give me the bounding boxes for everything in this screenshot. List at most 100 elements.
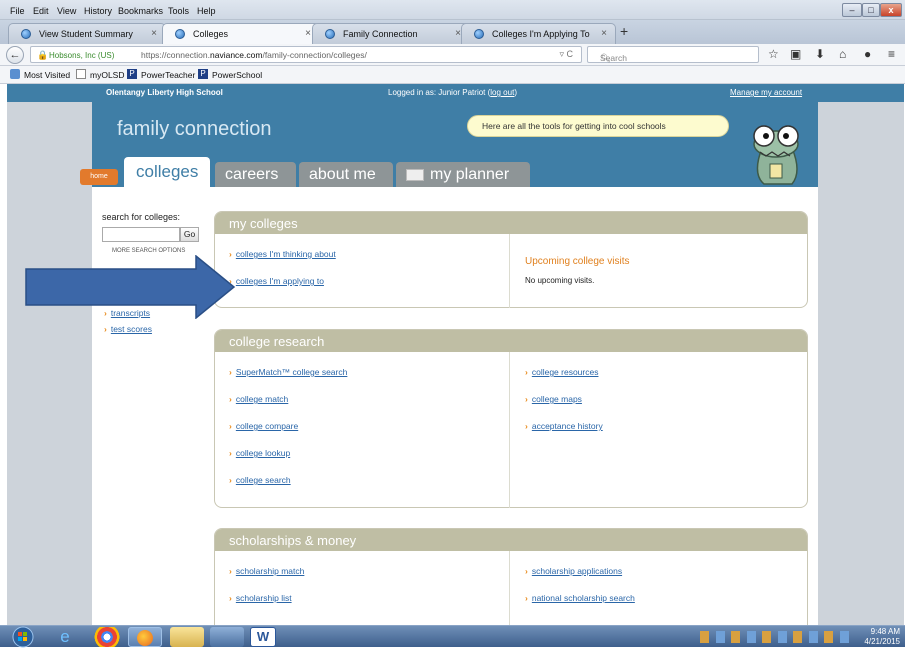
- link-college-maps[interactable]: › college maps: [525, 394, 582, 404]
- download-icon[interactable]: ⬇: [815, 47, 825, 61]
- menu-view[interactable]: View: [57, 6, 76, 16]
- link-college-compare[interactable]: › college compare: [229, 421, 298, 431]
- chrome-icon[interactable]: [94, 627, 120, 647]
- tab-colleges[interactable]: colleges: [124, 157, 211, 187]
- globe-icon: [175, 29, 185, 39]
- menu-help[interactable]: Help: [197, 6, 216, 16]
- clock-time: 9:48 AM: [870, 627, 900, 636]
- manage-account-link[interactable]: Manage my account: [730, 88, 802, 97]
- menu-tools[interactable]: Tools: [168, 6, 189, 16]
- close-icon[interactable]: ×: [305, 28, 311, 39]
- star-icon[interactable]: ☆: [768, 47, 779, 61]
- url-domain: naviance.com: [210, 50, 263, 60]
- link-colleges-applying-to[interactable]: › colleges I'm applying to: [229, 276, 324, 286]
- chevron-right-icon: ›: [104, 324, 107, 334]
- logout-link[interactable]: log out: [490, 88, 514, 97]
- tab-my-planner[interactable]: my planner: [396, 162, 530, 187]
- chevron-right-icon: ›: [229, 475, 232, 485]
- bookmark-myolsd[interactable]: myOLSD: [90, 70, 124, 80]
- app-icon[interactable]: [210, 627, 244, 647]
- word-icon[interactable]: W: [250, 627, 276, 647]
- tab-view-student-summary[interactable]: View Student Summary ×: [8, 23, 166, 44]
- chevron-right-icon: ›: [229, 421, 232, 431]
- tab-careers[interactable]: careers: [215, 162, 296, 187]
- link-label: colleges I'm applying to: [235, 276, 324, 286]
- menu-edit[interactable]: Edit: [33, 6, 49, 16]
- tab-label: Colleges I'm Applying To: [492, 29, 590, 39]
- chat-icon[interactable]: ●: [864, 47, 871, 61]
- reload-icon[interactable]: ▿ C: [559, 49, 573, 60]
- college-research-section: college research › SuperMatch™ college se…: [214, 329, 808, 508]
- annotation-arrow-icon: [25, 255, 236, 319]
- new-tab-button[interactable]: +: [620, 23, 628, 39]
- link-label: college match: [235, 394, 289, 404]
- chevron-right-icon: ›: [525, 394, 528, 404]
- link-label: scholarship applications: [531, 566, 623, 576]
- tab-about-me[interactable]: about me: [299, 162, 393, 187]
- clock[interactable]: 9:48 AM 4/21/2015: [860, 627, 900, 647]
- menu-bar: File Edit View History Bookmarks Tools H…: [0, 0, 905, 20]
- link-college-lookup[interactable]: › college lookup: [229, 448, 290, 458]
- sidebar-link-test-scores[interactable]: › test scores: [104, 324, 152, 334]
- home-tab[interactable]: home: [80, 169, 118, 185]
- bookmark-most-visited[interactable]: Most Visited: [24, 70, 70, 80]
- tab-colleges-applying-to[interactable]: Colleges I'm Applying To ×: [461, 23, 616, 44]
- close-window-button[interactable]: x: [880, 3, 902, 17]
- link-acceptance-history[interactable]: › acceptance history: [525, 421, 603, 431]
- sidebar-link-label: test scores: [110, 324, 152, 334]
- bookmark-powerschool[interactable]: PowerSchool: [212, 70, 262, 80]
- go-button[interactable]: Go: [180, 227, 199, 242]
- internet-explorer-icon[interactable]: e: [48, 627, 82, 647]
- bookmark-powerteacher[interactable]: PowerTeacher: [141, 70, 195, 80]
- system-tray-icons[interactable]: [700, 631, 850, 643]
- tab-label: Colleges: [193, 29, 229, 39]
- url-path: /family-connection/colleges/: [262, 50, 367, 60]
- site-identity[interactable]: Hobsons, Inc (US): [49, 51, 114, 60]
- my-colleges-section: my colleges › colleges I'm thinking about…: [214, 211, 808, 308]
- tab-bar: View Student Summary × Colleges × Family…: [0, 20, 905, 45]
- link-scholarship-list[interactable]: › scholarship list: [229, 593, 292, 603]
- envelope-icon: [406, 169, 424, 181]
- menu-bookmarks[interactable]: Bookmarks: [118, 6, 163, 16]
- link-label: college maps: [531, 394, 582, 404]
- close-icon[interactable]: ×: [601, 28, 607, 39]
- link-label: scholarship match: [235, 566, 305, 576]
- menu-history[interactable]: History: [84, 6, 112, 16]
- chevron-right-icon: ›: [229, 566, 232, 576]
- link-national-scholarship-search[interactable]: › national scholarship search: [525, 593, 635, 603]
- reading-list-icon[interactable]: ▣: [790, 47, 801, 61]
- link-colleges-thinking-about[interactable]: › colleges I'm thinking about: [229, 249, 336, 259]
- school-name: Olentangy Liberty High School: [106, 88, 223, 97]
- minimize-button[interactable]: –: [842, 3, 862, 17]
- section-title: my colleges: [215, 212, 807, 234]
- tab-colleges[interactable]: Colleges ×: [162, 23, 320, 45]
- menu-icon[interactable]: ≡: [888, 47, 895, 61]
- home-icon[interactable]: ⌂: [839, 47, 846, 61]
- link-college-resources[interactable]: › college resources: [525, 367, 598, 377]
- logged-in-suffix: ): [514, 88, 517, 97]
- file-explorer-icon[interactable]: [170, 627, 204, 647]
- clock-date: 4/21/2015: [864, 637, 900, 646]
- powerschool-icon: P: [127, 69, 137, 79]
- college-search-input[interactable]: [102, 227, 180, 242]
- link-supermatch[interactable]: › SuperMatch™ college search: [229, 367, 347, 377]
- firefox-icon[interactable]: [128, 627, 162, 647]
- link-scholarship-applications[interactable]: › scholarship applications: [525, 566, 622, 576]
- menu-file[interactable]: File: [10, 6, 25, 16]
- more-search-options-link[interactable]: MORE SEARCH OPTIONS: [112, 248, 185, 254]
- close-icon[interactable]: ×: [151, 28, 157, 39]
- windows-start-icon[interactable]: [6, 626, 40, 648]
- link-college-search[interactable]: › college search: [229, 475, 291, 485]
- link-college-match[interactable]: › college match: [229, 394, 288, 404]
- back-button[interactable]: ←: [6, 46, 24, 64]
- school-strip: Olentangy Liberty High School Logged in …: [7, 84, 904, 102]
- tab-family-connection[interactable]: Family Connection ×: [312, 23, 470, 44]
- tab-my-planner-label: my planner: [430, 166, 510, 183]
- upcoming-visits-title: Upcoming college visits: [525, 256, 630, 267]
- link-scholarship-match[interactable]: › scholarship match: [229, 566, 304, 576]
- search-input[interactable]: 🔍︎ Search: [587, 46, 759, 63]
- maximize-button[interactable]: □: [862, 3, 880, 17]
- mascot-icon: [753, 125, 799, 185]
- link-label: college compare: [235, 421, 299, 431]
- url-bar[interactable]: 🔒 Hobsons, Inc (US) https://connection.n…: [30, 46, 582, 63]
